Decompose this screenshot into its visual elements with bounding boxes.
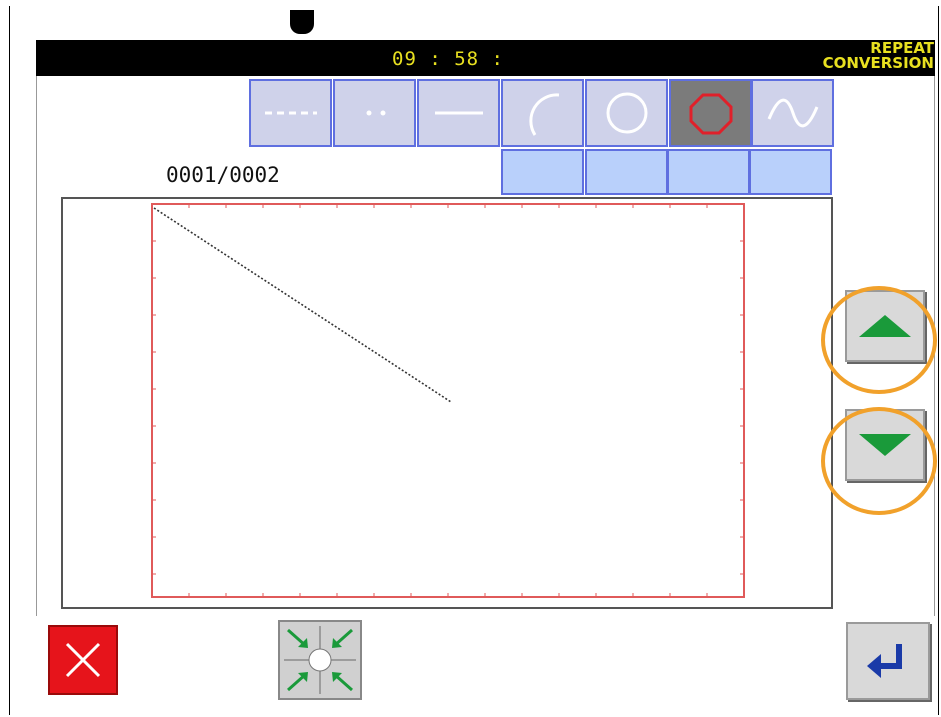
mode-label: REPEAT CONVERSION xyxy=(740,41,934,75)
dashed-line-icon xyxy=(264,111,317,115)
pattern-counter: 0001/0002 xyxy=(166,163,280,187)
dotted-line-icon xyxy=(366,110,385,116)
tool-dotted-line[interactable] xyxy=(333,79,416,147)
pattern-canvas[interactable] xyxy=(61,197,833,609)
enter-icon xyxy=(867,644,902,678)
circle-icon xyxy=(606,92,647,134)
close-icon xyxy=(65,642,101,678)
scroll-up-button[interactable] xyxy=(845,290,925,362)
sub-tab-2[interactable] xyxy=(585,149,668,195)
sub-tab-4[interactable] xyxy=(749,149,832,195)
sewing-area-frame xyxy=(151,203,745,598)
tool-polygon[interactable] xyxy=(669,79,752,147)
confirm-button[interactable] xyxy=(846,622,930,700)
tool-arc[interactable] xyxy=(501,79,584,147)
scroll-down-button[interactable] xyxy=(845,409,925,481)
sub-tab-3[interactable] xyxy=(667,149,750,195)
sub-tab-1[interactable] xyxy=(501,149,584,195)
mode-label-line2: CONVERSION xyxy=(822,54,934,72)
arc-icon xyxy=(528,93,559,136)
polygon-icon xyxy=(689,93,732,135)
arrow-up-icon xyxy=(859,315,911,337)
fit-view-icon xyxy=(284,626,356,694)
solid-line-icon xyxy=(434,111,483,115)
fit-view-button[interactable] xyxy=(278,620,362,700)
tool-circle[interactable] xyxy=(585,79,668,147)
pattern-canvas-drawing xyxy=(151,203,745,598)
stitch-line xyxy=(153,207,452,403)
tool-dashed-line[interactable] xyxy=(249,79,332,147)
tool-curve[interactable] xyxy=(751,79,834,147)
tool-solid-line[interactable] xyxy=(417,79,500,147)
arrow-down-icon xyxy=(859,434,911,456)
frame-tick-marks xyxy=(152,204,744,597)
cancel-button[interactable] xyxy=(48,625,118,695)
cropped-heading-fragment xyxy=(290,10,314,34)
curve-icon xyxy=(767,98,818,128)
clock: 09 : 58 : 58 xyxy=(392,48,504,96)
